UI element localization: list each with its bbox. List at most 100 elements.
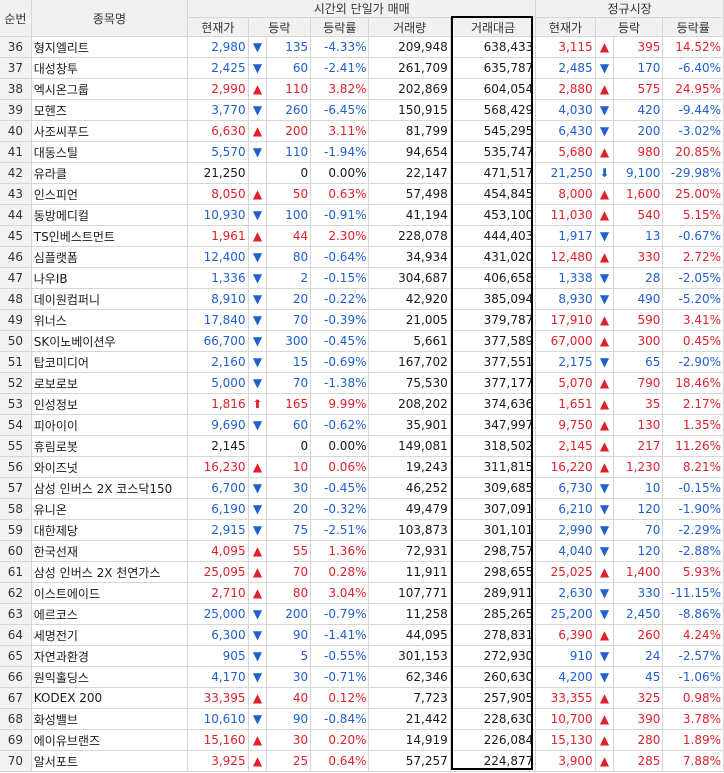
col-header-regular-price[interactable]: 현재가 [535, 17, 596, 37]
regular-change: 130 [613, 414, 664, 436]
volume: 304,687 [368, 267, 451, 289]
table-row[interactable]: 41 대동스틸 5,570 ▼ 110 -1.94% 94,654 535,747 5,680 ▲… [0, 141, 724, 163]
price: 6,700 [187, 477, 249, 499]
stock-name: 이스트에이드 [31, 582, 189, 604]
table-row[interactable]: 54 피아이이 9,690 ▼ 60 -0.62% 35,901 347,997 9,750 ▲ 1… [0, 414, 724, 436]
table-row[interactable]: 49 위너스 17,840 ▼ 70 -0.39% 21,005 379,787 17,910 ▲… [0, 309, 724, 331]
stock-name: 와이즈넛 [31, 456, 189, 478]
table-row[interactable]: 64 세명전기 6,300 ▼ 90 -1.41% 44,095 278,831 6,390 ▲ 2… [0, 624, 724, 646]
row-rank: 69 [0, 729, 32, 751]
regular-change-rate: -5.20% [662, 288, 724, 310]
regular-price: 10,700 [535, 708, 596, 730]
change-rate: 3.82% [310, 78, 370, 100]
regular-change-direction-icon: ▲ [595, 141, 615, 163]
stock-name: 모헨즈 [31, 99, 189, 121]
table-row[interactable]: 52 로보로보 5,000 ▼ 70 -1.38% 75,530 377,177 5,070 ▲ 7… [0, 372, 724, 394]
change: 200 [266, 603, 312, 625]
table-row[interactable]: 48 데이원컴퍼니 8,910 ▼ 20 -0.22% 42,920 385,094 8,930… [0, 288, 724, 310]
change: 110 [266, 78, 312, 100]
table-row[interactable]: 61 삼성 인버스 2X 천연가스 25,095 ▲ 70 0.28% 11,911 298,… [0, 561, 724, 583]
table-row[interactable]: 50 SK이노베이션우 66,700 ▼ 300 -0.45% 5,661 377,589 67… [0, 330, 724, 352]
table-row[interactable]: 38 엑시온그룹 2,990 ▲ 110 3.82% 202,869 604,054 2,880… [0, 78, 724, 100]
table-row[interactable]: 45 TS인베스트먼트 1,961 ▲ 44 2.30% 228,078 444,403 1,9… [0, 225, 724, 247]
regular-change: 120 [613, 498, 664, 520]
regular-change-direction-icon: ▲ [595, 750, 615, 772]
stock-name: 나우IB [31, 267, 189, 289]
table-row[interactable]: 53 인성정보 1,816 ⬆ 165 9.99% 208,202 374,636 1,651 ▲… [0, 393, 724, 415]
table-row[interactable]: 36 형지엘리트 2,980 ▼ 135 -4.33% 209,948 638,433 3,11… [0, 36, 724, 58]
table-row[interactable]: 58 유니온 6,190 ▼ 20 -0.32% 49,479 307,091 6,210 ▼ 12… [0, 498, 724, 520]
regular-change-rate: -2.88% [662, 540, 724, 562]
table-row[interactable]: 63 에르코스 25,000 ▼ 200 -0.79% 11,258 285,265 25,20… [0, 603, 724, 625]
regular-price: 1,338 [535, 267, 596, 289]
table-row[interactable]: 39 모헨즈 3,770 ▼ 260 -6.45% 150,915 568,429 4,030 ▼… [0, 99, 724, 121]
regular-price: 16,220 [535, 456, 596, 478]
change: 2 [266, 267, 312, 289]
change: 135 [266, 36, 312, 58]
table-row[interactable]: 56 와이즈넛 16,230 ▲ 10 0.06% 19,243 311,815 16,220 ▲… [0, 456, 724, 478]
table-row[interactable]: 60 한국선재 4,095 ▲ 55 1.36% 72,931 298,757 4,040 ▼ 12… [0, 540, 724, 562]
volume: 107,771 [368, 582, 451, 604]
regular-price: 4,030 [535, 99, 596, 121]
col-header-price[interactable]: 현재가 [187, 17, 249, 37]
col-header-amount[interactable]: 거래대금 [450, 17, 537, 37]
table-row[interactable]: 40 사조씨푸드 6,630 ▲ 200 3.11% 81,799 545,295 6,430 ▼… [0, 120, 724, 142]
regular-change-rate: 7.88% [662, 750, 724, 772]
col-header-name[interactable]: 종목명 [31, 0, 189, 37]
regular-price: 6,730 [535, 477, 596, 499]
table-row[interactable]: 43 인스피언 8,050 ▲ 50 0.63% 57,498 454,845 8,000 ▲ 1,… [0, 183, 724, 205]
change-rate: -4.33% [310, 36, 370, 58]
regular-change: 300 [613, 330, 664, 352]
regular-change-direction-icon: ▼ [595, 225, 615, 247]
change-rate: -0.22% [310, 288, 370, 310]
row-rank: 43 [0, 183, 32, 205]
table-row[interactable]: 65 자연과환경 905 ▼ 5 -0.55% 301,153 272,930 910 ▼ 24 -2… [0, 645, 724, 667]
table-row[interactable]: 68 화성밸브 10,610 ▼ 90 -0.84% 21,442 228,630 10,700… [0, 708, 724, 730]
change: 55 [266, 540, 312, 562]
table-row[interactable]: 57 삼성 인버스 2X 코스닥150 6,700 ▼ 30 -0.45% 46,252 30… [0, 477, 724, 499]
regular-price: 6,390 [535, 624, 596, 646]
table-row[interactable]: 70 알서포트 3,925 ▲ 25 0.64% 57,257 224,877 3,900 ▲ 28… [0, 750, 724, 772]
regular-price: 6,210 [535, 498, 596, 520]
change: 300 [266, 330, 312, 352]
price: 3,770 [187, 99, 249, 121]
change-rate: -0.62% [310, 414, 370, 436]
table-row[interactable]: 44 동방메디컬 10,930 ▼ 100 -0.91% 41,194 453,100 11,0… [0, 204, 724, 226]
change-direction-icon: ▼ [248, 351, 268, 373]
table-row[interactable]: 46 심플랫폼 12,400 ▼ 80 -0.64% 34,934 431,020 12,480… [0, 246, 724, 268]
change-direction-icon: ▼ [248, 414, 268, 436]
change: 70 [266, 372, 312, 394]
col-header-rank[interactable]: 순번 [0, 0, 32, 37]
regular-change: 1,600 [613, 183, 664, 205]
regular-price: 4,040 [535, 540, 596, 562]
trade-amount: 347,997 [450, 414, 537, 436]
table-row[interactable]: 51 탑코미디어 2,160 ▼ 15 -0.69% 167,702 377,551 2,175… [0, 351, 724, 373]
regular-change-rate: 0.98% [662, 687, 724, 709]
table-row[interactable]: 66 원익홀딩스 4,170 ▼ 30 -0.71% 62,346 260,630 4,200 ▼… [0, 666, 724, 688]
volume: 150,915 [368, 99, 451, 121]
regular-change-direction-icon: ▲ [595, 708, 615, 730]
stock-name: TS인베스트먼트 [31, 225, 189, 247]
trade-amount: 453,100 [450, 204, 537, 226]
table-row[interactable]: 62 이스트에이드 2,710 ▲ 80 3.04% 107,771 289,911 2,630… [0, 582, 724, 604]
regular-change: 980 [613, 141, 664, 163]
col-header-change[interactable]: 등락 [248, 17, 312, 37]
col-header-rate[interactable]: 등락률 [310, 17, 370, 37]
table-row[interactable]: 47 나우IB 1,336 ▼ 2 -0.15% 304,687 406,658 1,338 ▼ 2… [0, 267, 724, 289]
table-row[interactable]: 37 대성창투 2,425 ▼ 60 -2.41% 261,709 635,787 2,485 ▼… [0, 57, 724, 79]
regular-price: 5,070 [535, 372, 596, 394]
trade-amount: 545,295 [450, 120, 537, 142]
regular-change-rate: 2.17% [662, 393, 724, 415]
trade-amount: 379,787 [450, 309, 537, 331]
trade-amount: 228,630 [450, 708, 537, 730]
table-row[interactable]: 59 대한제당 2,915 ▼ 75 -2.51% 103,873 301,101 2,990 ▼… [0, 519, 724, 541]
table-row[interactable]: 69 에이유브랜즈 15,160 ▲ 30 0.20% 14,919 226,084 15,13… [0, 729, 724, 751]
col-header-regular-rate[interactable]: 등락률 [662, 17, 724, 37]
change: 80 [266, 246, 312, 268]
table-row[interactable]: 67 KODEX 200 33,395 ▲ 40 0.12% 7,723 257,905 33,… [0, 687, 724, 709]
col-header-volume[interactable]: 거래량 [368, 17, 451, 37]
volume: 301,153 [368, 645, 451, 667]
col-header-regular-change[interactable]: 등락 [595, 17, 664, 37]
table-row[interactable]: 55 휴림로봇 2,145 0 0.00% 149,081 318,502 2,145 ▲ 217… [0, 435, 724, 457]
table-row[interactable]: 42 유라클 21,250 0 0.00% 22,147 471,517 21,250 ⬇ 9,1… [0, 162, 724, 184]
